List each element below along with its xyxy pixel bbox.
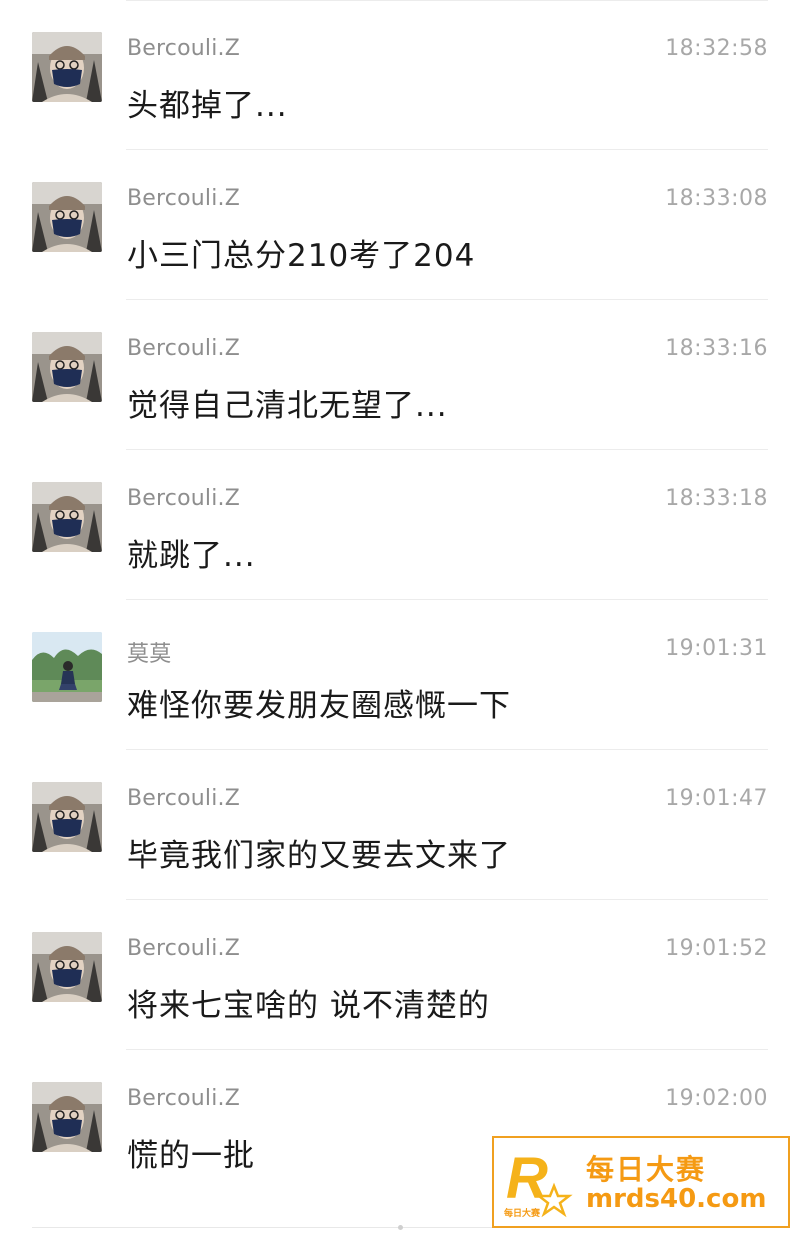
watermark-url: mrds40.com xyxy=(586,1184,767,1214)
sender-name: Bercouli.Z xyxy=(127,336,240,361)
girl-outdoor-avatar[interactable] xyxy=(32,632,102,702)
message-text: 难怪你要发朋友圈感慨一下 xyxy=(127,688,511,724)
message-time: 18:33:18 xyxy=(665,486,768,511)
message-text: 慌的一批 xyxy=(127,1138,255,1174)
message-item[interactable]: Bercouli.Z 18:33:08 小三门总分210考了204 xyxy=(0,150,800,300)
watermark-logo-icon: R 每日大赛 xyxy=(504,1146,573,1218)
message-text: 小三门总分210考了204 xyxy=(127,238,476,274)
sender-name: Bercouli.Z xyxy=(127,186,240,211)
message-time: 18:33:16 xyxy=(665,336,768,361)
message-time: 18:33:08 xyxy=(665,186,768,211)
message-item[interactable]: Bercouli.Z 18:33:16 觉得自己清北无望了... xyxy=(0,300,800,450)
masked-man-avatar[interactable] xyxy=(32,32,102,102)
message-text: 毕竟我们家的又要去文来了 xyxy=(127,838,511,874)
message-time: 19:02:00 xyxy=(665,1086,768,1111)
masked-man-avatar[interactable] xyxy=(32,782,102,852)
message-text: 将来七宝啥的 说不清楚的 xyxy=(127,988,490,1024)
sender-name: Bercouli.Z xyxy=(127,1086,240,1111)
logo-letter: R xyxy=(506,1146,548,1211)
masked-man-avatar[interactable] xyxy=(32,932,102,1002)
message-text: 就跳了... xyxy=(127,538,256,574)
message-item[interactable]: Bercouli.Z 18:32:58 头都掉了... xyxy=(0,0,800,150)
message-time: 19:01:31 xyxy=(665,636,768,661)
message-item[interactable]: Bercouli.Z 18:33:18 就跳了... xyxy=(0,450,800,600)
watermark-title: 每日大赛 xyxy=(586,1153,707,1186)
masked-man-avatar[interactable] xyxy=(32,482,102,552)
sender-name: Bercouli.Z xyxy=(127,486,240,511)
message-time: 19:01:52 xyxy=(665,936,768,961)
logo-caption: 每日大赛 xyxy=(504,1207,541,1218)
loading-dot xyxy=(398,1225,403,1230)
message-time: 18:32:58 xyxy=(665,36,768,61)
masked-man-avatar[interactable] xyxy=(32,332,102,402)
watermark-badge: R 每日大赛 每日大赛 mrds40.com xyxy=(492,1136,790,1228)
message-time: 19:01:47 xyxy=(665,786,768,811)
sender-name: 莫莫 xyxy=(127,642,172,667)
sender-name: Bercouli.Z xyxy=(127,936,240,961)
masked-man-avatar[interactable] xyxy=(32,182,102,252)
message-item[interactable]: Bercouli.Z 19:01:52 将来七宝啥的 说不清楚的 xyxy=(0,900,800,1050)
message-item[interactable]: 莫莫 19:01:31 难怪你要发朋友圈感慨一下 xyxy=(0,600,800,750)
message-item[interactable]: Bercouli.Z 19:01:47 毕竟我们家的又要去文来了 xyxy=(0,750,800,900)
sender-name: Bercouli.Z xyxy=(127,786,240,811)
masked-man-avatar[interactable] xyxy=(32,1082,102,1152)
sender-name: Bercouli.Z xyxy=(127,36,240,61)
message-text: 觉得自己清北无望了... xyxy=(127,388,448,424)
message-text: 头都掉了... xyxy=(127,88,288,124)
